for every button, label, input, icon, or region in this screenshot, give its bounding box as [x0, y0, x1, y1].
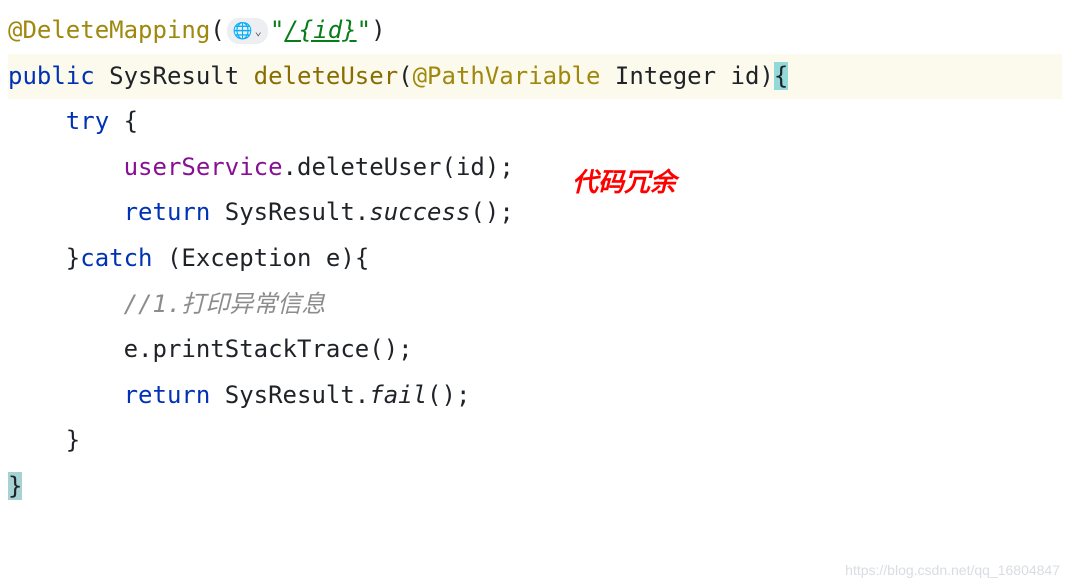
method-name: deleteUser: [254, 62, 399, 90]
code-line-4: userService.deleteUser(id);: [8, 145, 1062, 191]
chevron-down-icon: ⌄: [255, 20, 262, 43]
code-line-10: }: [8, 418, 1062, 464]
code-editor[interactable]: @DeleteMapping(🌐⌄"/{id}")public SysResul…: [8, 8, 1062, 510]
code-line-2: public SysResult deleteUser(@PathVariabl…: [8, 54, 1062, 100]
globe-badge[interactable]: 🌐⌄: [227, 18, 268, 44]
watermark: https://blog.csdn.net/qq_16804847: [845, 557, 1060, 584]
code-line-9: return SysResult.fail();: [8, 373, 1062, 419]
mapping-path: /{id}: [284, 16, 356, 44]
code-line-5: return SysResult.success();: [8, 190, 1062, 236]
code-line-11: }: [8, 464, 1062, 510]
code-line-3: try {: [8, 99, 1062, 145]
cursor-position: {: [774, 62, 788, 90]
code-line-1: @DeleteMapping(🌐⌄"/{id}"): [8, 8, 1062, 54]
annotation-overlay: 代码冗余: [572, 158, 676, 207]
code-line-6: }catch (Exception e){: [8, 236, 1062, 282]
globe-icon: 🌐: [233, 16, 253, 46]
code-line-7: //1.打印异常信息: [8, 282, 1062, 328]
code-line-8: e.printStackTrace();: [8, 327, 1062, 373]
annotation-deletemapping: @DeleteMapping: [8, 16, 210, 44]
comment-text: //1.打印异常信息: [124, 290, 326, 318]
